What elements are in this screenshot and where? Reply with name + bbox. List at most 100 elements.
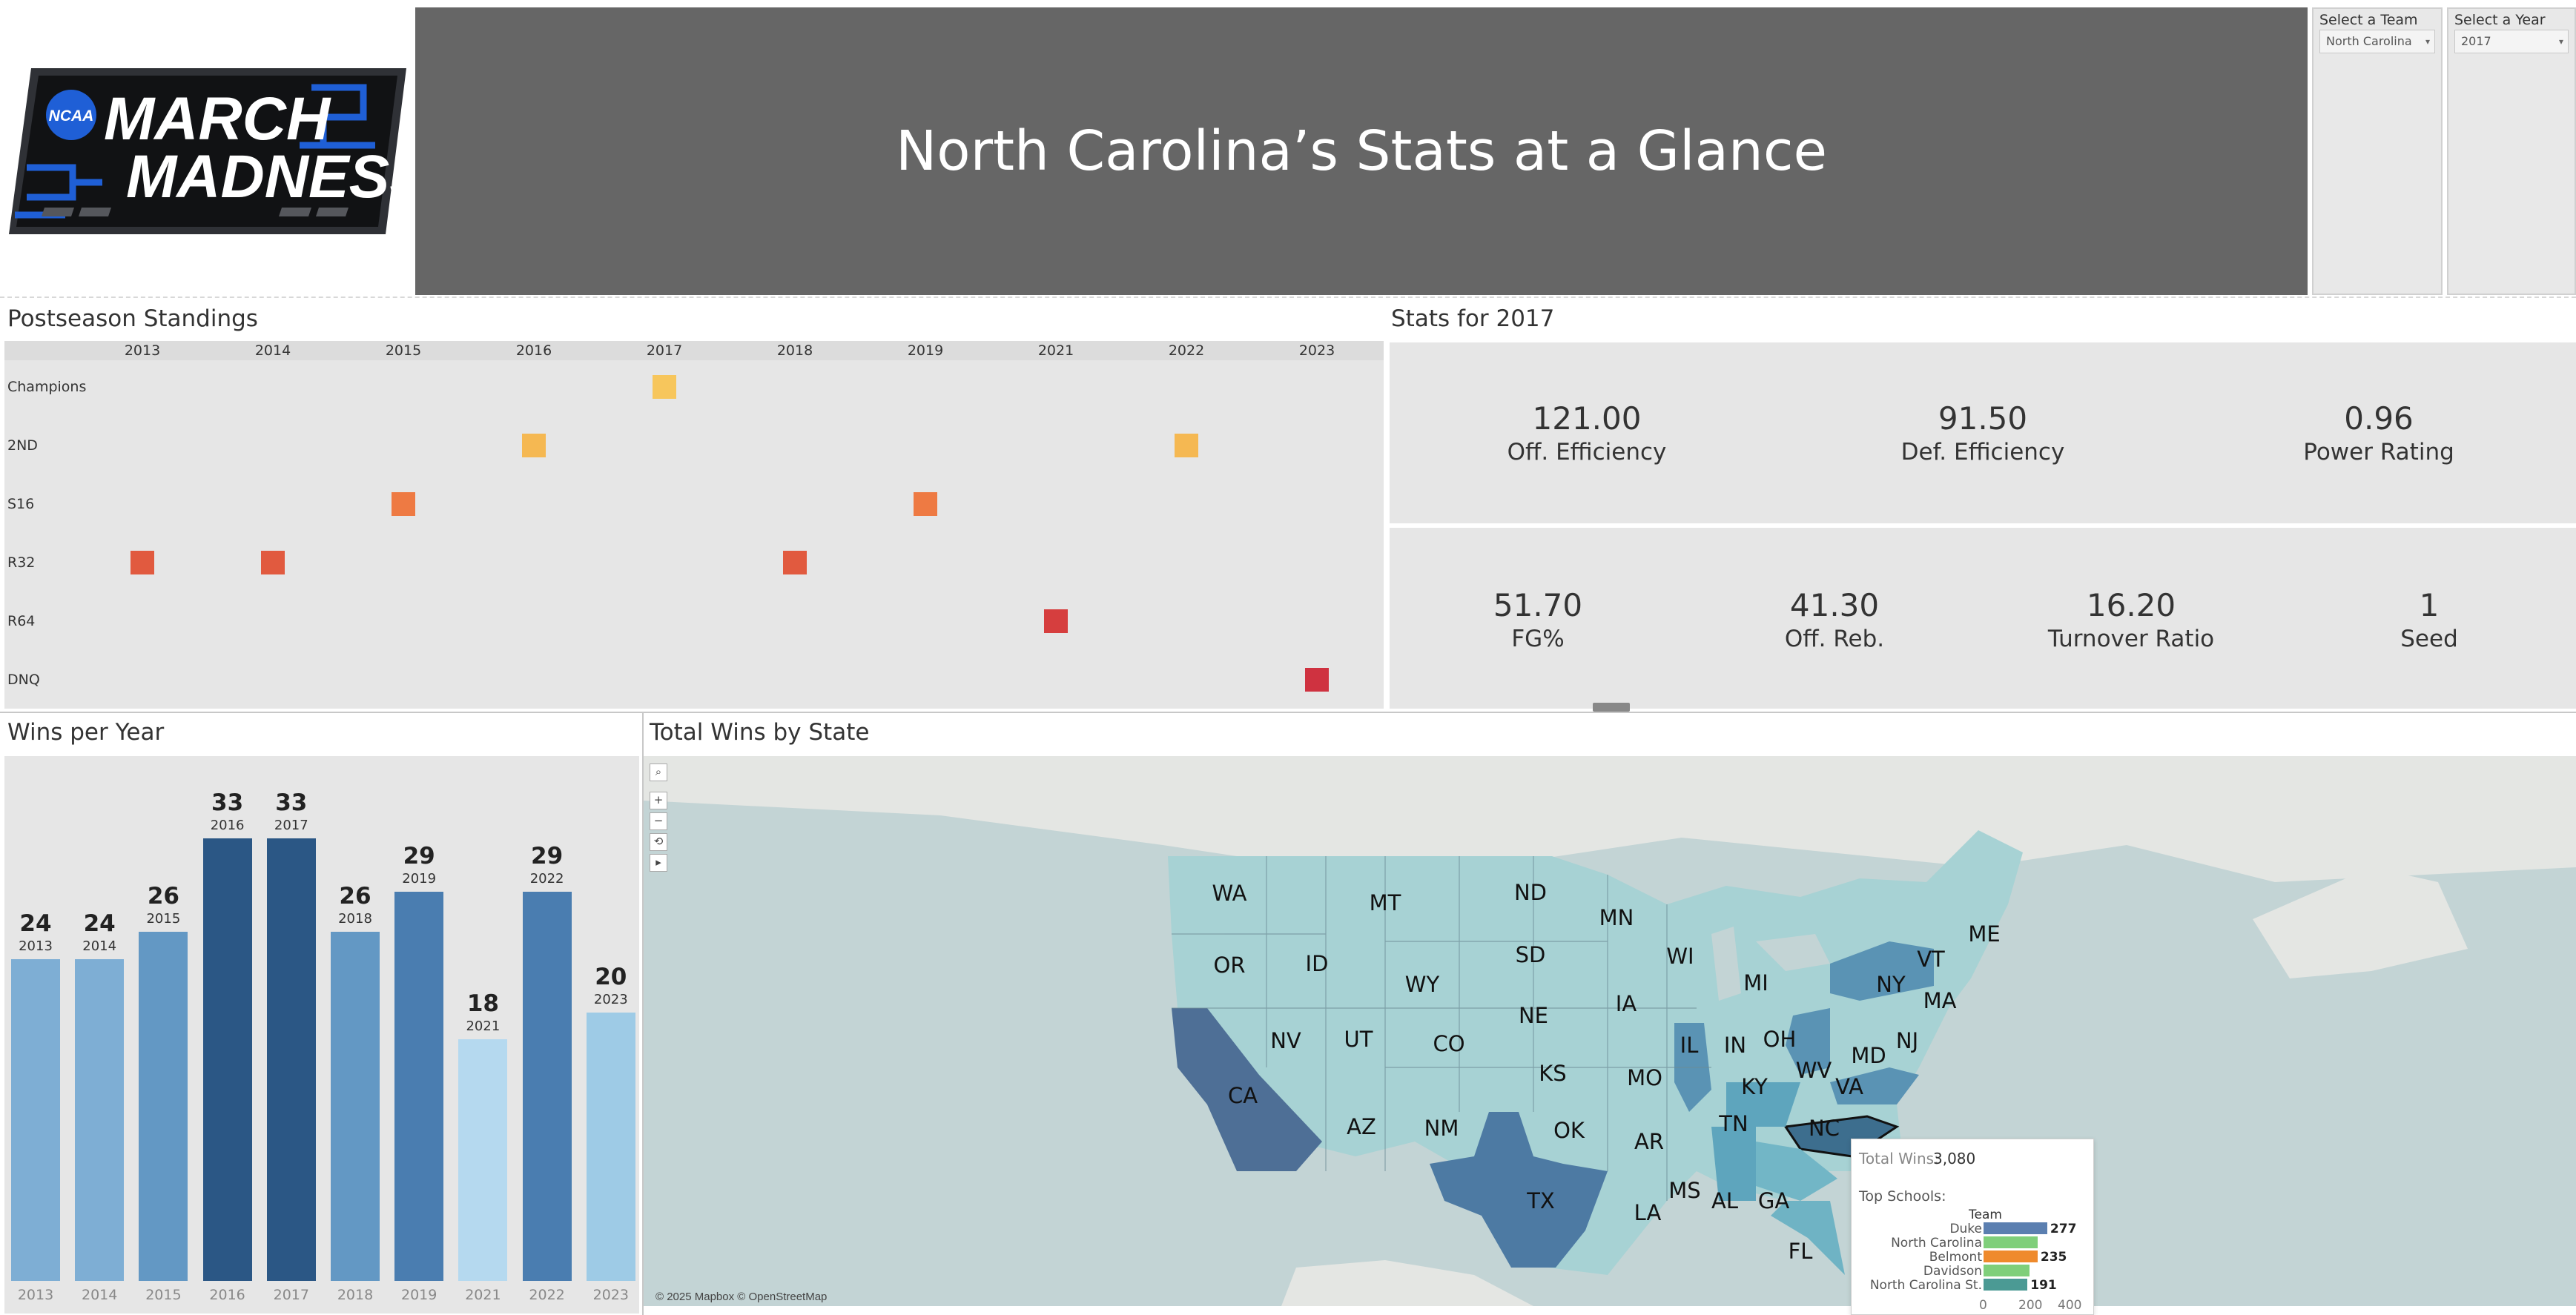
state-label-vt: VT: [1917, 947, 1945, 972]
state-label-or: OR: [1213, 953, 1246, 978]
wins-axis-label: 2017: [273, 1287, 309, 1303]
tooltip-column-header: Team: [1969, 1208, 2002, 1222]
wins-bar[interactable]: [266, 838, 316, 1281]
state-label-il: IL: [1680, 1033, 1699, 1058]
state-label-co: CO: [1433, 1031, 1465, 1056]
state-label-ms: MS: [1668, 1178, 1701, 1203]
state-label-mi: MI: [1743, 970, 1768, 996]
tooltip-school-value: 235: [2040, 1250, 2067, 1265]
stat-label: Def. Efficiency: [1900, 439, 2065, 466]
state-label-az: AZ: [1347, 1114, 1376, 1139]
state-label-sd: SD: [1515, 942, 1546, 967]
expand-toolbar-icon[interactable]: ▸: [650, 854, 667, 872]
state-label-oh: OH: [1763, 1027, 1797, 1052]
zoom-in-button[interactable]: +: [650, 792, 667, 809]
wins-bar-year: 2018: [338, 911, 372, 927]
state-label-nd: ND: [1513, 880, 1548, 905]
wins-axis-label: 2013: [17, 1287, 54, 1303]
state-label-tn: TN: [1719, 1111, 1748, 1136]
stat-label: Turnover Ratio: [2047, 626, 2215, 652]
stat-label: Seed: [2400, 626, 2458, 652]
state-label-tx: TX: [1527, 1188, 1555, 1213]
resize-handle[interactable]: [1593, 703, 1630, 712]
tooltip-school-bar: [1984, 1222, 2047, 1234]
tooltip-school-value: 191: [2030, 1278, 2057, 1293]
state-label-md: MD: [1851, 1043, 1886, 1068]
wins-bar-year: 2019: [402, 871, 437, 887]
state-label-al: AL: [1711, 1188, 1738, 1213]
wins-axis-label: 2018: [337, 1287, 374, 1303]
state-label-mt: MT: [1369, 890, 1401, 915]
state-label-va: VA: [1835, 1074, 1863, 1099]
wins-axis-label: 2023: [592, 1287, 629, 1303]
stat-label: Power Rating: [2303, 439, 2454, 466]
wins-bar[interactable]: [75, 958, 125, 1281]
state-wins-map[interactable]: © 2025 Mapbox © OpenStreetMap WA OR CA NV ID…: [644, 756, 2576, 1306]
tooltip-school-value: 277: [2050, 1222, 2077, 1236]
map-title: Total Wins by State: [650, 719, 870, 746]
state-label-ks: KS: [1539, 1061, 1567, 1086]
wins-bar-value: 26: [339, 883, 371, 910]
wins-bar-year: 2017: [274, 817, 308, 833]
stat-value: 51.70: [1493, 587, 1583, 623]
tooltip-school-name: Duke: [1949, 1222, 1982, 1236]
state-label-mo: MO: [1627, 1065, 1662, 1090]
tooltip-school-name: Davidson: [1923, 1264, 1982, 1279]
map-tooltip: Total Wins: 3,080 Top Schools: Team Duke…: [1851, 1139, 2094, 1315]
tooltip-school-name: North Carolina St.: [1869, 1278, 1982, 1293]
tooltip-top-label: Top Schools:: [1859, 1188, 1946, 1205]
tooltip-school-bar: [1984, 1279, 2028, 1291]
state-label-in: IN: [1723, 1033, 1747, 1058]
tooltip-school-bar: [1984, 1265, 2030, 1276]
wins-bar-year: 2013: [19, 938, 53, 954]
wins-axis-label: 2016: [209, 1287, 245, 1303]
wins-bar-value: 24: [83, 910, 116, 937]
tooltip-axis-tick: 0: [1979, 1298, 1987, 1313]
stat-label: Off. Reb.: [1784, 626, 1885, 652]
tooltip-axis-tick: 400: [2058, 1298, 2082, 1313]
stat-value: 0.96: [2344, 400, 2414, 437]
wins-bar[interactable]: [522, 892, 572, 1281]
state-label-wv: WV: [1795, 1058, 1832, 1083]
wins-bar-year: 2016: [210, 817, 245, 833]
wins-bar-value: 29: [531, 843, 564, 870]
search-icon[interactable]: ⌕: [650, 764, 667, 781]
state-label-ny: NY: [1876, 972, 1906, 997]
stat-value: 16.20: [2086, 587, 2176, 623]
wins-bar[interactable]: [11, 958, 60, 1281]
wins-axis-label: 2014: [82, 1287, 118, 1303]
reset-map-icon[interactable]: ⟲: [650, 833, 667, 851]
state-label-la: LA: [1634, 1200, 1662, 1225]
tooltip-school-bar: [1984, 1251, 2038, 1262]
state-label-ia: IA: [1615, 991, 1637, 1016]
wins-bar[interactable]: [202, 838, 252, 1281]
wins-bars: 24 2013 2013 24 2014 2014 26 2015 2015 33 2016 2016…: [0, 0, 645, 1315]
state-label-nc: NC: [1809, 1116, 1840, 1141]
wins-axis-label: 2019: [401, 1287, 437, 1303]
wins-bar-value: 24: [19, 910, 52, 937]
map-graphic: © 2025 Mapbox © OpenStreetMap: [644, 756, 2576, 1306]
state-label-ok: OK: [1553, 1118, 1585, 1143]
wins-bar-value: 29: [403, 843, 435, 870]
wins-bar[interactable]: [458, 1039, 508, 1281]
state-label-ca: CA: [1227, 1083, 1258, 1108]
wins-axis-label: 2021: [465, 1287, 501, 1303]
state-label-wi: WI: [1666, 944, 1694, 969]
state-label-ky: KY: [1741, 1074, 1768, 1099]
wins-bar-value: 33: [211, 789, 244, 816]
state-label-ut: UT: [1344, 1027, 1373, 1052]
zoom-out-button[interactable]: −: [650, 812, 667, 830]
wins-bar[interactable]: [331, 932, 380, 1281]
wins-bar-year: 2023: [593, 992, 628, 1007]
wins-bar-value: 20: [595, 964, 627, 990]
wins-bar-year: 2021: [466, 1018, 501, 1035]
tooltip-total-label: Total Wins:: [1859, 1150, 1939, 1167]
wins-axis-label: 2015: [145, 1287, 182, 1303]
state-label-ma: MA: [1923, 988, 1957, 1013]
wins-bar[interactable]: [394, 892, 444, 1281]
state-label-ga: GA: [1757, 1188, 1790, 1213]
wins-bar[interactable]: [139, 932, 188, 1281]
wins-bar[interactable]: [586, 1013, 635, 1281]
wins-bar-year: 2022: [529, 871, 564, 887]
tooltip-school-name: Belmont: [1929, 1250, 1982, 1265]
